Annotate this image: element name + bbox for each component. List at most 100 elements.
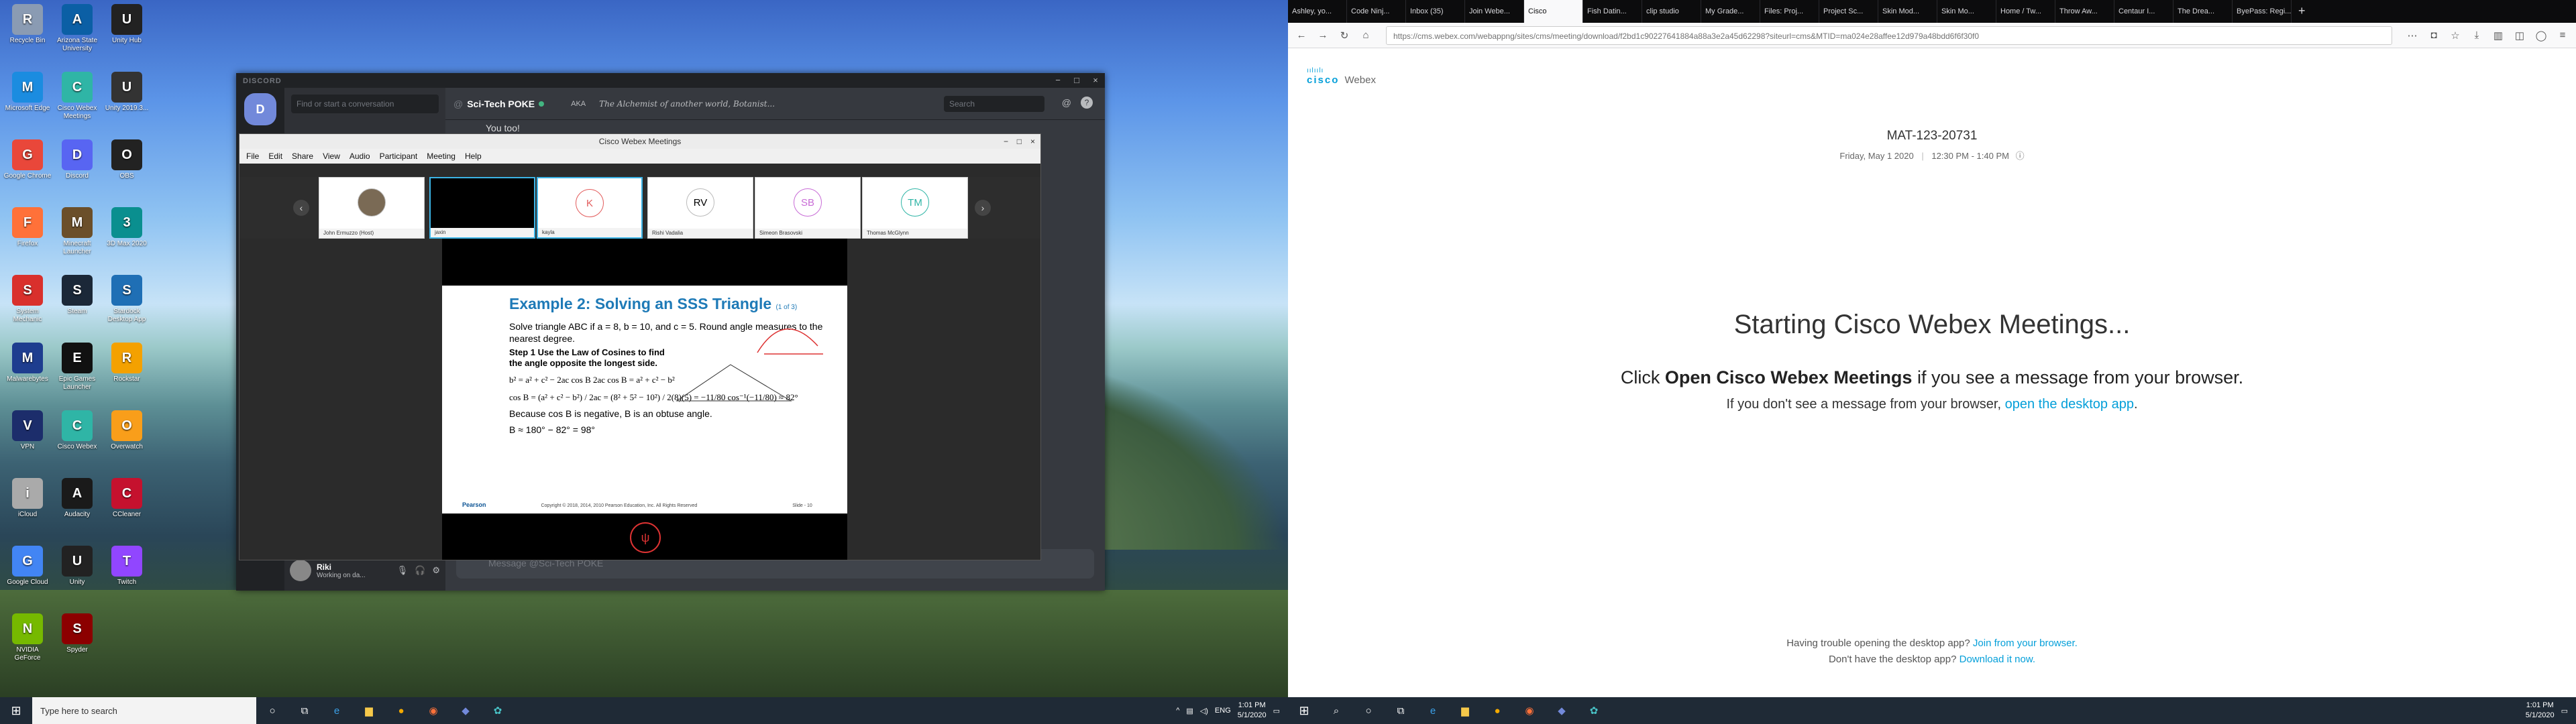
taskbar-app-icon[interactable]: ● [385,697,417,724]
menu-item[interactable]: Edit [268,149,282,164]
minimize-button[interactable]: − [1004,134,1008,149]
edge-icon[interactable]: e [321,697,353,724]
browser-tab[interactable]: Home / Tw... [1996,0,2055,23]
gear-icon[interactable]: ⚙ [432,565,440,576]
desktop-icon[interactable]: 3 3D Max 2020 [102,207,152,256]
desktop-icon[interactable]: G Google Cloud [3,546,52,595]
notification-icon[interactable]: ▭ [2561,707,2568,715]
desktop-icon[interactable]: U Unity [52,546,102,595]
start-button[interactable]: ⊞ [1288,697,1320,724]
taskbar-search-input[interactable]: Type here to search [32,697,256,724]
file-explorer-icon[interactable]: ▆ [1449,697,1481,724]
participant-tile[interactable]: RV Rishi Vadalia [647,177,753,239]
info-icon[interactable]: ⓘ [2016,151,2025,161]
browser-tab[interactable]: Throw Aw... [2055,0,2114,23]
desktop-icon[interactable]: S System Mechanic [3,275,52,324]
avatar[interactable] [290,560,311,581]
chat-search-input[interactable]: Search [944,96,1044,112]
library-icon[interactable]: ▥ [2490,29,2506,42]
menu-item[interactable]: Share [292,149,313,164]
browser-tab[interactable]: ByePass: Regi... [2233,0,2292,23]
language-indicator[interactable]: ENG [1215,707,1231,715]
browser-tab[interactable]: Ashley, yo... [1288,0,1347,23]
webex-taskbar-icon[interactable]: ✿ [1578,697,1610,724]
help-icon[interactable]: ? [1081,97,1093,109]
menu-item[interactable]: File [246,149,259,164]
browser-tab[interactable]: Join Webe... [1465,0,1524,23]
browser-tab[interactable]: Fish Datin... [1583,0,1642,23]
browser-tab[interactable]: Inbox (35) [1406,0,1465,23]
desktop-icon[interactable]: S Steam [52,275,102,324]
browser-tab[interactable]: Skin Mod... [1878,0,1937,23]
desktop-icon[interactable]: O Overwatch [102,410,152,459]
desktop-icon[interactable]: U Unity Hub [102,4,152,53]
clock[interactable]: 1:01 PM 5/1/2020 [1238,701,1267,721]
start-button[interactable]: ⊞ [0,697,32,724]
maximize-button[interactable]: □ [1017,134,1022,149]
desktop-icon[interactable]: C CCleaner [102,478,152,527]
cortana-icon[interactable]: ○ [1352,697,1385,724]
desktop-icon[interactable]: S Stardock Desktop App [102,275,152,324]
desktop-icon[interactable]: A Audacity [52,478,102,527]
chevron-left-icon[interactable]: ‹ [293,200,309,216]
join-from-browser-link[interactable]: Join from your browser. [1973,638,2078,649]
clock[interactable]: 1:01 PM 5/1/2020 [2526,701,2555,721]
menu-item[interactable]: Help [465,149,482,164]
chevron-up-icon[interactable]: ^ [1176,707,1179,715]
participant-tile[interactable]: John Ermuzzo (Host) [319,177,425,239]
desktop-icon[interactable]: F Firefox [3,207,52,256]
edge-icon[interactable]: e [1417,697,1449,724]
participant-tile[interactable]: jaxin [429,177,535,239]
minimize-button[interactable]: − [1049,73,1067,88]
find-conversation-input[interactable]: Find or start a conversation [291,95,439,113]
desktop-icon[interactable]: T Twitch [102,546,152,595]
firefox-icon[interactable]: ◉ [1513,697,1546,724]
account-icon[interactable]: ◯ [2533,29,2549,42]
menu-item[interactable]: View [323,149,340,164]
menu-dots-icon[interactable]: ⋯ [2404,29,2420,42]
pocket-icon[interactable]: ◘ [2426,29,2442,41]
desktop-icon[interactable]: V VPN [3,410,52,459]
desktop-icon[interactable]: C Cisco Webex Meetings [52,72,102,121]
desktop-icon[interactable]: R Recycle Bin [3,4,52,53]
url-bar[interactable]: https://cms.webex.com/webappng/sites/cms… [1386,25,2392,45]
desktop-icon[interactable]: U Unity 2019.3... [102,72,152,121]
desktop-icon[interactable]: R Rockstar [102,343,152,391]
browser-tab[interactable]: Skin Mo... [1937,0,1996,23]
desktop-icon[interactable]: i iCloud [3,478,52,527]
desktop-icon[interactable]: M Malwarebytes [3,343,52,391]
close-button[interactable]: × [1030,134,1035,149]
browser-tab[interactable]: Files: Proj... [1760,0,1819,23]
task-view-icon[interactable]: ⧉ [1385,697,1417,724]
maximize-button[interactable]: □ [1067,73,1086,88]
hamburger-menu-icon[interactable]: ≡ [2555,29,2571,41]
search-icon[interactable]: ⌕ [1320,697,1352,724]
file-explorer-icon[interactable]: ▆ [353,697,385,724]
desktop-icon[interactable]: C Cisco Webex [52,410,102,459]
taskbar-app-icon[interactable]: ● [1481,697,1513,724]
forward-icon[interactable]: → [1315,29,1331,41]
mention-icon[interactable]: @ [1062,97,1071,108]
firefox-icon[interactable]: ◉ [417,697,449,724]
participant-tile[interactable]: SB Simeon Brasovski [755,177,861,239]
open-desktop-app-link[interactable]: open the desktop app [2005,397,2134,412]
browser-tab[interactable]: Centaur I... [2114,0,2174,23]
headphones-icon[interactable]: 🎧 [415,565,425,576]
browser-tab[interactable]: Project Sc... [1819,0,1878,23]
browser-tab[interactable]: Cisco [1524,0,1583,23]
cortana-icon[interactable]: ○ [256,697,288,724]
webex-taskbar-icon[interactable]: ✿ [482,697,514,724]
discord-taskbar-icon[interactable]: ◆ [449,697,482,724]
bookmark-star-icon[interactable]: ☆ [2447,29,2463,42]
browser-tab[interactable]: Code Ninj... [1347,0,1406,23]
desktop-icon[interactable]: A Arizona State University [52,4,102,53]
new-tab-button[interactable]: + [2292,0,2312,23]
desktop-icon[interactable]: D Discord [52,139,102,188]
desktop-icon[interactable]: O OBS [102,139,152,188]
discord-taskbar-icon[interactable]: ◆ [1546,697,1578,724]
back-icon[interactable]: ← [1293,29,1309,41]
desktop-icon[interactable]: G Google Chrome [3,139,52,188]
menu-item[interactable]: Meeting [427,149,455,164]
desktop-icon[interactable]: S Spyder [52,613,102,662]
participant-tile[interactable]: Kkayla [537,177,643,239]
